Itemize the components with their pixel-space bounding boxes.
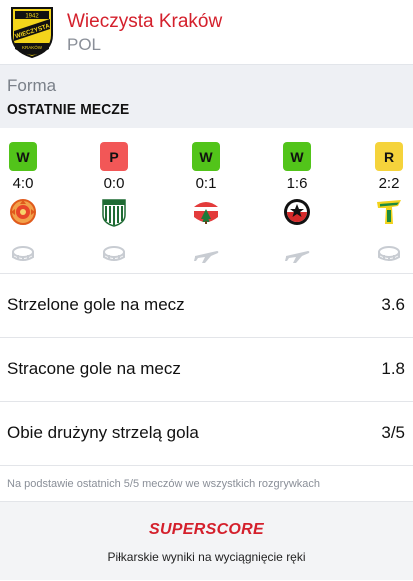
- stat-row-goals-scored: Strzelone gole na mecz 3.6: [0, 274, 413, 338]
- match-score: 4:0: [12, 175, 34, 192]
- section-subtitle: OSTATNIE MECZE: [7, 101, 130, 118]
- result-badge: P: [100, 142, 128, 171]
- match-item[interactable]: W 0:1: [184, 128, 228, 274]
- recent-matches: W 4:0 P 0:0 W 0:1 W 1:6 R 2:2: [0, 128, 413, 274]
- logo-year: 1942: [25, 14, 39, 20]
- match-item[interactable]: W 1:6: [275, 128, 319, 274]
- team-logo: 1942 WIECZYSTA KRAKÓW: [11, 7, 53, 59]
- match-item[interactable]: W 4:0: [1, 128, 45, 274]
- plane-icon: [194, 251, 219, 263]
- opponent-crest[interactable]: [99, 197, 129, 227]
- stat-label: Obie drużyny strzelą gola: [7, 423, 199, 442]
- stat-value: 3.6: [381, 295, 405, 314]
- stadium-icon: [103, 246, 125, 261]
- match-item[interactable]: R 2:2: [367, 128, 411, 274]
- result-badge: W: [283, 142, 311, 171]
- stat-value: 1.8: [381, 359, 405, 378]
- promo-tagline: Piłkarskie wyniki na wyciągnięcie ręki: [107, 550, 306, 564]
- match-item[interactable]: P 0:0: [92, 128, 136, 274]
- opponent-crest[interactable]: [282, 197, 312, 227]
- plane-icon: [285, 251, 310, 263]
- result-badge: R: [375, 142, 403, 171]
- superscore-banner[interactable]: SUPERSCORE Piłkarskie wyniki na wyciągni…: [0, 502, 413, 580]
- stat-value: 3/5: [381, 423, 405, 442]
- footnote-text: Na podstawie ostatnich 5/5 meczów we wsz…: [7, 478, 321, 490]
- match-score: 1:6: [286, 175, 308, 192]
- stat-row-goals-conceded: Stracone gole na mecz 1.8: [0, 338, 413, 402]
- team-header: 1942 WIECZYSTA KRAKÓW Wieczysta Kraków P…: [0, 0, 413, 64]
- team-country: POL: [67, 35, 102, 54]
- stadium-icon: [378, 246, 400, 261]
- team-name[interactable]: Wieczysta Kraków: [67, 11, 222, 33]
- superscore-logo: SUPERSCORE: [148, 521, 265, 538]
- stats-footnote: Na podstawie ostatnich 5/5 meczów we wsz…: [0, 466, 413, 502]
- stat-label: Strzelone gole na mecz: [7, 295, 185, 314]
- opponent-crest[interactable]: [191, 197, 221, 227]
- result-badge: W: [9, 142, 37, 171]
- logo-sub: KRAKÓW: [22, 44, 43, 50]
- match-score: 0:1: [195, 175, 217, 192]
- opponent-crest[interactable]: [8, 197, 38, 227]
- stat-row-both-teams-score: Obie drużyny strzelą gola 3/5: [0, 402, 413, 466]
- stat-label: Stracone gole na mecz: [7, 359, 181, 378]
- result-badge: W: [192, 142, 220, 171]
- match-score: 2:2: [378, 175, 400, 192]
- stadium-icon: [12, 246, 34, 261]
- match-score: 0:0: [103, 175, 125, 192]
- form-section-header: Forma OSTATNIE MECZE: [0, 64, 413, 128]
- opponent-crest[interactable]: [374, 197, 404, 227]
- section-label: Forma: [7, 76, 57, 95]
